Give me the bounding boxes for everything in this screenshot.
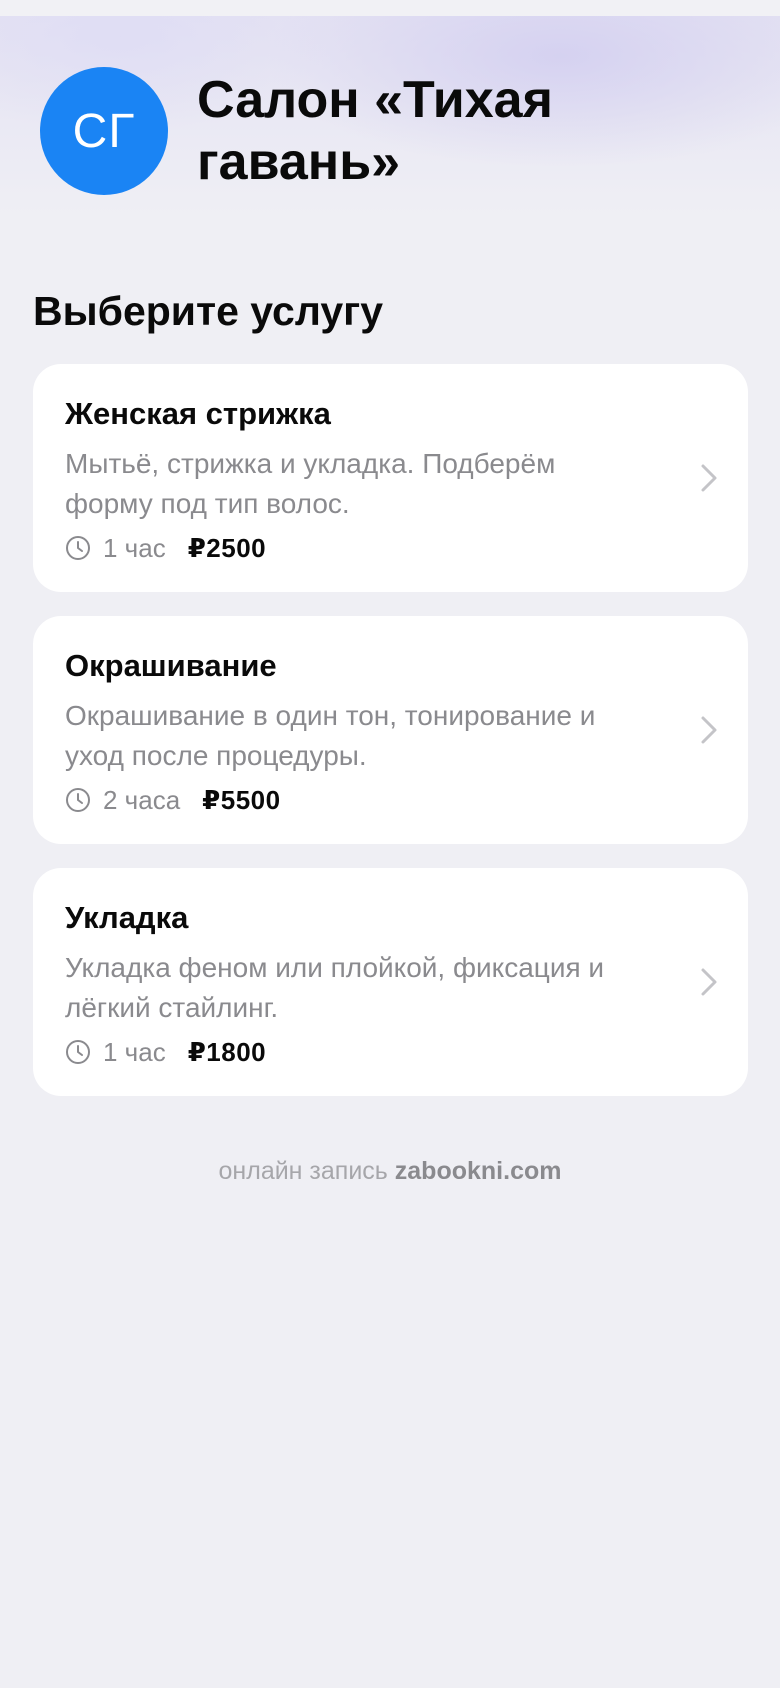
service-duration: 2 часа: [103, 784, 181, 815]
service-meta: 2 часа ₽5500: [65, 782, 648, 818]
salon-name: Салон «Тихая гавань»: [197, 71, 553, 191]
salon-header: СГ Салон «Тихая гавань»: [40, 67, 760, 195]
service-title: Окрашивание: [65, 648, 277, 683]
service-meta: 1 час ₽1800: [65, 1034, 648, 1070]
section-title: Выберите услугу: [33, 288, 384, 334]
service-list: Женская стрижка Мытьё, стрижка и укладка…: [33, 364, 748, 1120]
service-price: ₽5500: [202, 784, 281, 815]
service-title: Женская стрижка: [65, 396, 331, 431]
footer-prefix: онлайн запись: [218, 1157, 388, 1185]
clock-icon: [66, 1040, 90, 1064]
clock-icon: [66, 536, 90, 560]
service-price: ₽1800: [187, 1036, 267, 1067]
service-duration: 1 час: [103, 532, 166, 563]
service-description: Укладка феном или плойкой, фиксация и лё…: [65, 952, 605, 1023]
service-card-coloring[interactable]: Окрашивание Окрашивание в один тон, тони…: [33, 616, 748, 844]
service-price: ₽2500: [187, 532, 267, 563]
service-description: Окрашивание в один тон, тонирование и ух…: [65, 700, 596, 771]
chevron-right-icon: [701, 968, 717, 996]
service-duration: 1 час: [103, 1036, 166, 1067]
footer-brand-link[interactable]: zabookni.com: [395, 1157, 562, 1185]
status-bar-area: [0, 0, 780, 16]
clock-icon: [66, 788, 90, 812]
chevron-right-icon: [701, 464, 717, 492]
footer-credit: онлайн запись zabookni.com: [0, 1154, 780, 1188]
chevron-right-icon: [701, 716, 717, 744]
salon-avatar: СГ: [40, 67, 168, 195]
service-meta: 1 час ₽2500: [65, 530, 648, 566]
service-card-styling[interactable]: Укладка Укладка феном или плойкой, фикса…: [33, 868, 748, 1096]
service-description: Мытьё, стрижка и укладка. Подберём форму…: [65, 448, 556, 519]
service-title: Укладка: [65, 900, 189, 935]
service-card-haircut[interactable]: Женская стрижка Мытьё, стрижка и укладка…: [33, 364, 748, 592]
